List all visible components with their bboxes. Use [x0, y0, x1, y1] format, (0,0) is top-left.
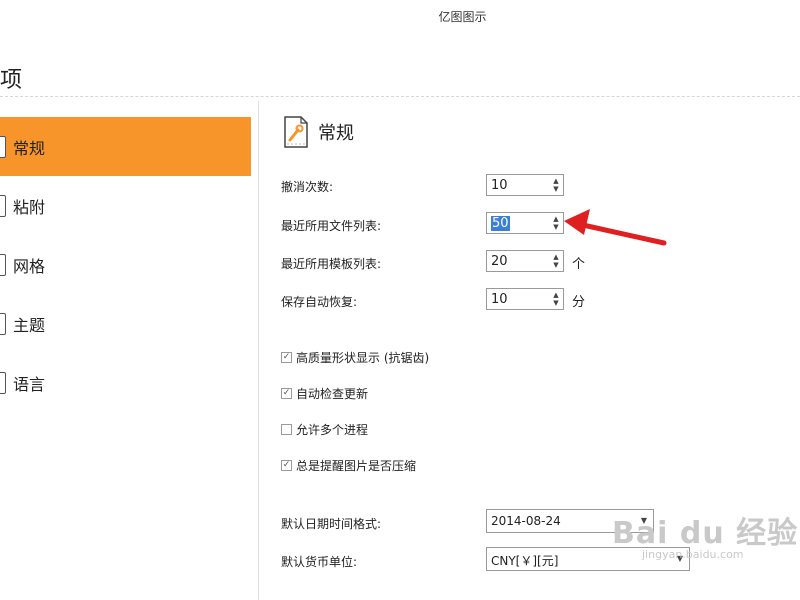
panel-title: 常规 [318, 123, 354, 144]
currency-value: CNY[￥][元] [491, 554, 559, 568]
autosave-unit: 分 [572, 295, 586, 310]
checkbox-label: 总是提醒图片是否压缩 [296, 459, 417, 473]
sidebar-item-general[interactable]: 常规 [0, 117, 251, 176]
title-divider [0, 96, 800, 97]
recent-files-label: 最近所用文件列表: [281, 219, 382, 233]
image-compress-checkbox-row[interactable]: ✓ 总是提醒图片是否压缩 [281, 457, 416, 474]
sidebar-item-label: 主题 [13, 315, 46, 335]
sidebar-item-label: 常规 [13, 138, 46, 158]
page-icon [0, 135, 6, 158]
sidebar-item-grid[interactable]: 网格 [0, 235, 251, 294]
checkbox-label: 允许多个进程 [296, 423, 369, 437]
recent-templates-unit: 个 [572, 257, 586, 272]
sidebar-item-snap[interactable]: 粘附 [0, 176, 251, 235]
date-format-label: 默认日期时间格式: [281, 517, 382, 531]
annotation-arrow-icon [564, 209, 667, 246]
autosave-stepper[interactable]: 10 ▲ ▼ [486, 288, 564, 310]
panel-header: 常规 [284, 116, 354, 148]
page-icon [0, 312, 6, 335]
auto-update-checkbox-row[interactable]: ✓ 自动检查更新 [281, 385, 368, 402]
spin-down-icon[interactable]: ▼ [553, 261, 558, 269]
checkbox-label: 自动检查更新 [296, 387, 369, 401]
multi-process-checkbox-row[interactable]: 允许多个进程 [281, 421, 368, 438]
sidebar-item-label: 语言 [13, 374, 46, 394]
undo-label: 撤消次数: [281, 180, 334, 194]
spin-up-icon[interactable]: ▲ [553, 177, 558, 185]
recent-files-value: 50 [491, 216, 510, 231]
checkbox-label: 高质量形状显示 (抗锯齿) [296, 351, 430, 365]
undo-value: 10 [491, 178, 508, 193]
page-icon [0, 371, 6, 394]
page-icon [0, 253, 6, 276]
watermark: Bai du 经验 jingyan.baidu.com [612, 508, 798, 561]
undo-stepper[interactable]: 10 ▲ ▼ [486, 174, 564, 196]
date-format-value: 2014-08-24 [491, 514, 561, 528]
options-sidebar: 常规 粘附 网格 主题 语言 [0, 117, 251, 412]
sidebar-item-label: 粘附 [13, 197, 46, 217]
watermark-logo: Bai du 经验 [612, 516, 799, 551]
panel-divider [258, 101, 259, 600]
document-wrench-icon [284, 116, 308, 148]
autosave-label: 保存自动恢复: [281, 295, 358, 309]
dialog-title: 项 [0, 68, 23, 93]
checkbox[interactable] [281, 424, 292, 435]
app-title: 亿图图示 [438, 10, 487, 24]
checkbox[interactable]: ✓ [281, 460, 292, 471]
page-icon [0, 194, 6, 217]
sidebar-item-theme[interactable]: 主题 [0, 294, 251, 353]
autosave-value: 10 [491, 292, 508, 307]
spin-down-icon[interactable]: ▼ [553, 299, 558, 307]
sidebar-item-language[interactable]: 语言 [0, 353, 251, 412]
sidebar-item-label: 网格 [13, 256, 46, 276]
checkbox[interactable]: ✓ [281, 352, 292, 363]
checkbox[interactable]: ✓ [281, 388, 292, 399]
spin-down-icon[interactable]: ▼ [553, 185, 558, 193]
recent-templates-value: 20 [491, 254, 508, 269]
currency-label: 默认货币单位: [281, 555, 358, 569]
antialias-checkbox-row[interactable]: ✓ 高质量形状显示 (抗锯齿) [281, 349, 429, 366]
spin-up-icon[interactable]: ▲ [553, 291, 558, 299]
recent-templates-label: 最近所用模板列表: [281, 257, 382, 271]
